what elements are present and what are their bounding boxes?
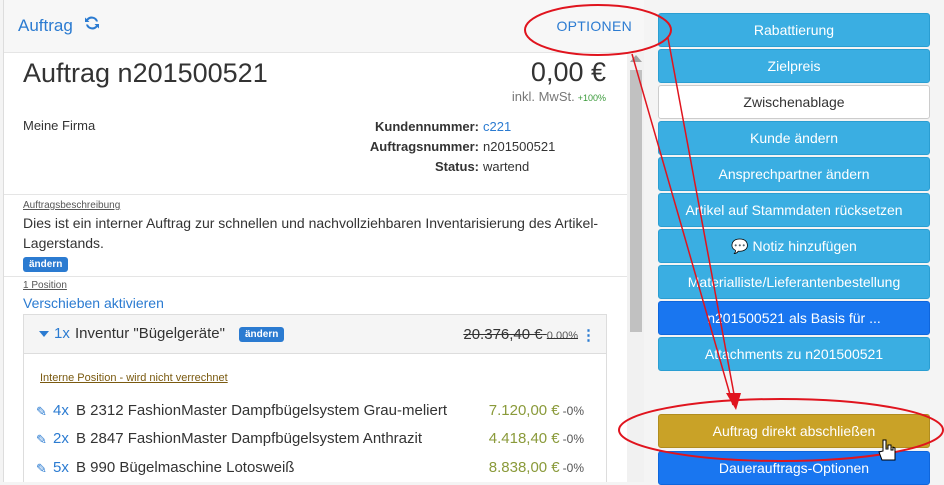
row-name: B 2847 FashionMaster Dampfbügelsystem An… <box>76 430 423 447</box>
enable-move-link[interactable]: Verschieben aktivieren <box>23 295 164 311</box>
pencil-icon[interactable]: ✎ <box>36 432 47 448</box>
target-price-button[interactable]: Zielpreis <box>658 49 930 83</box>
table-row: ✎ 2x B 2847 FashionMaster Dampfbügelsyst… <box>36 430 596 452</box>
row-discount: -0% <box>562 461 584 475</box>
row-quantity: 5x <box>53 459 69 476</box>
pencil-icon[interactable]: ✎ <box>36 404 47 420</box>
edit-group-button[interactable]: ändern <box>239 327 285 342</box>
pencil-icon[interactable]: ✎ <box>36 461 47 477</box>
comment-icon: 💬 <box>731 238 753 254</box>
change-contact-button[interactable]: Ansprechpartner ändern <box>658 157 930 191</box>
reset-articles-button[interactable]: Artikel auf Stammdaten rücksetzen <box>658 193 930 227</box>
table-row: ✎ 4x B 2312 FashionMaster Dampfbügelsyst… <box>36 402 596 424</box>
scrollbar-thumb[interactable] <box>630 70 642 332</box>
row-amount-value: 4.418,40 € <box>488 430 560 447</box>
row-name: B 2312 FashionMaster Dampfbügelsystem Gr… <box>76 402 447 419</box>
internal-position-note: Interne Position - wird nicht verrechnet <box>40 372 228 384</box>
change-customer-button[interactable]: Kunde ändern <box>658 121 930 155</box>
description-label: Auftragsbeschreibung <box>23 200 121 211</box>
status-label: Status: <box>434 159 479 174</box>
status-value: wartend <box>483 159 530 174</box>
order-price: 0,00 € <box>530 57 606 87</box>
close-order-button[interactable]: Auftrag direkt abschließen <box>658 414 930 448</box>
order-field-values: c221 n201500521 wartend <box>483 117 555 177</box>
order-panel: Auftrag OPTIONEN Auftrag n201500521 0,00… <box>3 0 644 482</box>
header-title: Auftrag <box>18 16 73 35</box>
clipboard-button[interactable]: Zwischenablage <box>658 85 930 119</box>
divider <box>4 276 627 277</box>
group-price: 20.376,40 € 0.00% <box>463 326 578 343</box>
position-count: 1 Position <box>23 280 67 291</box>
use-as-basis-button[interactable]: n201500521 als Basis für ... <box>658 301 930 335</box>
action-sidebar: Rabattierung Zielpreis Zwischenablage Ku… <box>646 0 944 485</box>
customer-number-label: Kundennummer: <box>375 119 479 134</box>
tax-note: inkl. MwSt. +100% <box>512 89 606 104</box>
row-amount-value: 7.120,00 € <box>488 402 560 419</box>
standing-order-options-button[interactable]: Dauerauftrags-Optionen <box>658 451 930 485</box>
refresh-icon[interactable] <box>83 14 101 38</box>
discount-button[interactable]: Rabattierung <box>658 13 930 47</box>
options-link[interactable]: OPTIONEN <box>556 18 632 34</box>
order-heading: Auftrag n201500521 <box>23 58 268 88</box>
customer-number-link[interactable]: c221 <box>483 117 555 137</box>
scroll-up-arrow-icon[interactable] <box>630 55 642 62</box>
group-name: Inventur "Bügelgeräte" <box>75 325 225 342</box>
description-text: Dies ist ein interner Auftrag zur schnel… <box>23 215 599 251</box>
row-amount: 8.838,00 € -0% <box>489 459 584 476</box>
caret-down-icon[interactable] <box>39 331 49 337</box>
row-amount: 7.120,00 € -0% <box>489 402 584 419</box>
order-number-label: Auftragsnummer: <box>369 139 479 154</box>
position-group-header: 1x Inventur "Bügelgeräte" ändern 20.376,… <box>24 315 606 354</box>
order-field-labels: Kundennummer: Auftragsnummer: Status: <box>370 117 479 177</box>
group-price-value: 20.376,40 € <box>463 326 543 343</box>
tax-percent: +100% <box>577 93 606 103</box>
order-number-value: n201500521 <box>483 139 556 154</box>
row-name: B 990 Bügelmaschine Lotosweiß <box>76 459 295 476</box>
company-name: Meine Firma <box>23 118 96 133</box>
material-list-button[interactable]: Materialliste/Lieferantenbestellung <box>658 265 930 299</box>
order-header: Auftrag OPTIONEN <box>4 0 644 53</box>
add-note-label: Notiz hinzufügen <box>752 238 857 254</box>
divider <box>4 194 627 195</box>
group-price-percent: 0.00% <box>546 330 578 342</box>
row-quantity: 4x <box>53 402 69 419</box>
row-amount: 4.418,40 € -0% <box>489 430 584 447</box>
add-note-button[interactable]: 💬 Notiz hinzufügen <box>658 229 930 263</box>
position-group: 1x Inventur "Bügelgeräte" ändern 20.376,… <box>23 314 607 482</box>
row-discount: -0% <box>562 404 584 418</box>
table-row: ✎ 5x B 990 Bügelmaschine Lotosweiß 8.838… <box>36 459 596 481</box>
row-discount: -0% <box>562 432 584 446</box>
edit-description-button[interactable]: ändern <box>23 257 69 272</box>
row-quantity: 2x <box>53 430 69 447</box>
more-options-icon[interactable]: ⋮ <box>581 326 596 344</box>
attachments-button[interactable]: Attachments zu n201500521 <box>658 337 930 371</box>
row-amount-value: 8.838,00 € <box>488 459 560 476</box>
tax-note-label: inkl. MwSt. <box>511 89 575 104</box>
group-quantity: 1x <box>54 325 70 342</box>
